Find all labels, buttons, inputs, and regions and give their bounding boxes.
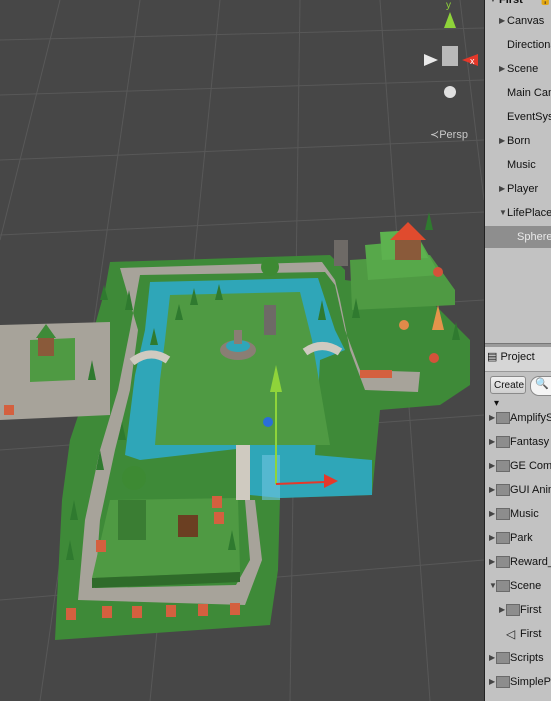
tab-project-label: Project: [500, 351, 535, 363]
folder-icon: [496, 580, 510, 592]
folder-icon: [496, 484, 510, 496]
project-folder-label: First: [520, 628, 542, 640]
project-toolbar: Create ▾ 🔍: [485, 372, 551, 409]
hierarchy-item[interactable]: ▼ LifePlace: [485, 202, 551, 224]
hierarchy-item[interactable]: Main Camer: [485, 82, 551, 104]
expand-right-icon[interactable]: ▶: [489, 646, 495, 670]
expand-right-icon[interactable]: ▶: [499, 10, 505, 32]
scene-view[interactable]: y x ≺Persp: [0, 0, 484, 701]
expand-right-icon[interactable]: ▶: [489, 454, 495, 478]
folder-icon: [496, 532, 510, 544]
hierarchy-item-label: EventSyster: [507, 111, 551, 123]
tab-project[interactable]: ▤ Project: [487, 350, 535, 363]
expand-right-icon[interactable]: ▶: [489, 526, 495, 550]
project-folder-item[interactable]: ▶ SimplePeop: [485, 670, 551, 694]
hierarchy-item-label: Born: [507, 135, 531, 147]
scene-canvas[interactable]: y x: [0, 0, 484, 701]
project-folder-label: First: [520, 604, 542, 616]
expand-down-icon[interactable]: ▼: [499, 202, 507, 224]
project-folder-label: Reward_ar: [510, 556, 551, 568]
sphere-object[interactable]: [263, 417, 273, 427]
expand-right-icon[interactable]: ▶: [499, 130, 505, 152]
hierarchy-item-label: LifePlace: [507, 207, 551, 219]
project-folder-item[interactable]: ▶ Scripts: [485, 646, 551, 670]
project-folder-label: Fantasy Sk: [510, 436, 551, 448]
expand-right-icon[interactable]: ▶: [489, 550, 495, 574]
project-folder-item[interactable]: ◁ First: [485, 622, 551, 646]
project-tab-bar: ▤ Project: [485, 347, 551, 372]
project-folder-item[interactable]: ▶ Reward_ar: [485, 550, 551, 574]
project-folder-label: SimplePeop: [510, 676, 551, 688]
hierarchy-item-label: Directional: [507, 39, 551, 51]
hierarchy-item-label: Music: [507, 159, 536, 171]
folder-icon: [496, 652, 510, 664]
gizmo-y-label: y: [446, 0, 451, 11]
search-icon: 🔍: [535, 378, 549, 390]
hierarchy-item[interactable]: EventSyster: [485, 106, 551, 128]
gizmo-x-label: x: [470, 56, 475, 66]
hierarchy-item-label: Player: [507, 183, 539, 195]
persp-label[interactable]: ≺Persp: [430, 128, 468, 141]
expand-right-icon[interactable]: ▶: [489, 478, 495, 502]
folder-icon: [506, 604, 520, 616]
project-folder-item[interactable]: ▶ GUI Anima: [485, 478, 551, 502]
project-folder-label: Music: [510, 508, 539, 520]
project-folder-label: Scene: [510, 580, 542, 592]
hierarchy-item[interactable]: ▶ Canvas: [485, 10, 551, 32]
hierarchy-item[interactable]: Directional: [485, 34, 551, 56]
hierarchy-item[interactable]: Sphere: [485, 226, 551, 248]
project-folder-item[interactable]: ▶ Fantasy Sk: [485, 430, 551, 454]
search-input[interactable]: 🔍: [530, 376, 551, 396]
hierarchy-item-label: Canvas: [507, 15, 545, 27]
project-folder-label: Scripts: [510, 652, 544, 664]
hierarchy-item[interactable]: ▶ Player: [485, 178, 551, 200]
project-folder-item[interactable]: ▶ GE Commo: [485, 454, 551, 478]
project-folder-label: GUI Anima: [510, 484, 551, 496]
expand-right-icon[interactable]: ▶: [499, 58, 505, 80]
folder-icon: [496, 412, 510, 424]
folder-icon: [496, 436, 510, 448]
project-folder-label: GE Commo: [510, 460, 551, 472]
project-folder-item[interactable]: ▶ Music: [485, 502, 551, 526]
folder-icon: [496, 460, 510, 472]
project-folder-item[interactable]: ▶ First: [485, 598, 551, 622]
expand-right-icon[interactable]: ▶: [499, 598, 505, 622]
unity-scene-icon: ◁: [506, 627, 516, 641]
project-folder-label: Park: [510, 532, 533, 544]
hierarchy-panel: ▼ First 🔒 ▶CanvasDirectional▶SceneMain C…: [485, 0, 551, 343]
folder-icon: [496, 508, 510, 520]
expand-right-icon[interactable]: ▶: [489, 406, 495, 430]
hierarchy-item-label: Sphere: [517, 231, 551, 243]
project-folder-item[interactable]: ▶ Park: [485, 526, 551, 550]
expand-right-icon[interactable]: ▶: [489, 670, 495, 694]
side-panel: ▼ First 🔒 ▶CanvasDirectional▶SceneMain C…: [484, 0, 551, 701]
folder-icon: [496, 556, 510, 568]
expand-right-icon[interactable]: ▶: [489, 502, 495, 526]
project-folder-item[interactable]: ▼ Scene: [485, 574, 551, 598]
create-button[interactable]: Create ▾: [490, 376, 526, 409]
project-folder-item[interactable]: ▶ AmplifySha: [485, 406, 551, 430]
expand-right-icon[interactable]: ▶: [489, 430, 495, 454]
hierarchy-item-label: Main Camer: [507, 87, 551, 99]
hierarchy-item[interactable]: Music: [485, 154, 551, 176]
hierarchy-item[interactable]: ▶ Scene: [485, 58, 551, 80]
folder-icon: [496, 676, 510, 688]
hierarchy-item-label: Scene: [507, 63, 539, 75]
hierarchy-item[interactable]: ▶ Born: [485, 130, 551, 152]
expand-right-icon[interactable]: ▶: [499, 178, 505, 200]
project-folder-label: AmplifySha: [510, 412, 551, 424]
